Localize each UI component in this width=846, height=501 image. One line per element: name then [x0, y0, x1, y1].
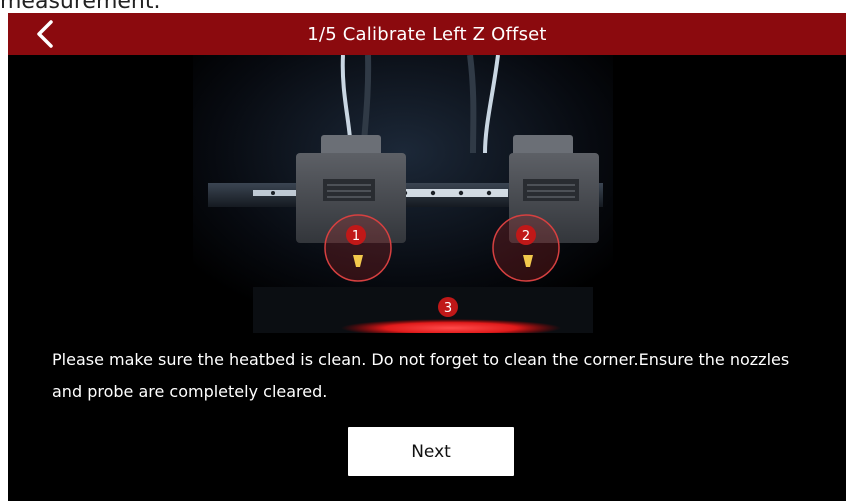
rail-screw: [430, 190, 436, 196]
right-nozzle-highlight: [492, 214, 560, 282]
right-cable-outer: [467, 55, 477, 154]
rail-shine-left: [253, 190, 303, 196]
page-caption: measurement.: [0, 0, 161, 14]
nozzle-probe-illustration: 1 2 3: [193, 55, 613, 333]
rail-screw: [458, 190, 464, 196]
instruction-text: Please make sure the heatbed is clean. D…: [52, 350, 790, 401]
marker-1-label: 1: [352, 229, 360, 244]
chevron-left-icon: [37, 20, 53, 48]
marker-2-label: 2: [522, 229, 530, 244]
rail-screw: [486, 190, 492, 196]
printer-screen: 1/5 Calibrate Left Z Offset 1 2 3 Please…: [8, 13, 846, 501]
back-button[interactable]: [28, 17, 62, 51]
left-nozzle-highlight: [324, 214, 392, 282]
marker-3-label: 3: [444, 301, 452, 316]
next-button[interactable]: Next: [348, 427, 514, 476]
title-bar: 1/5 Calibrate Left Z Offset: [8, 13, 846, 55]
page-title: 1/5 Calibrate Left Z Offset: [307, 23, 547, 45]
rail-screw: [271, 191, 275, 195]
